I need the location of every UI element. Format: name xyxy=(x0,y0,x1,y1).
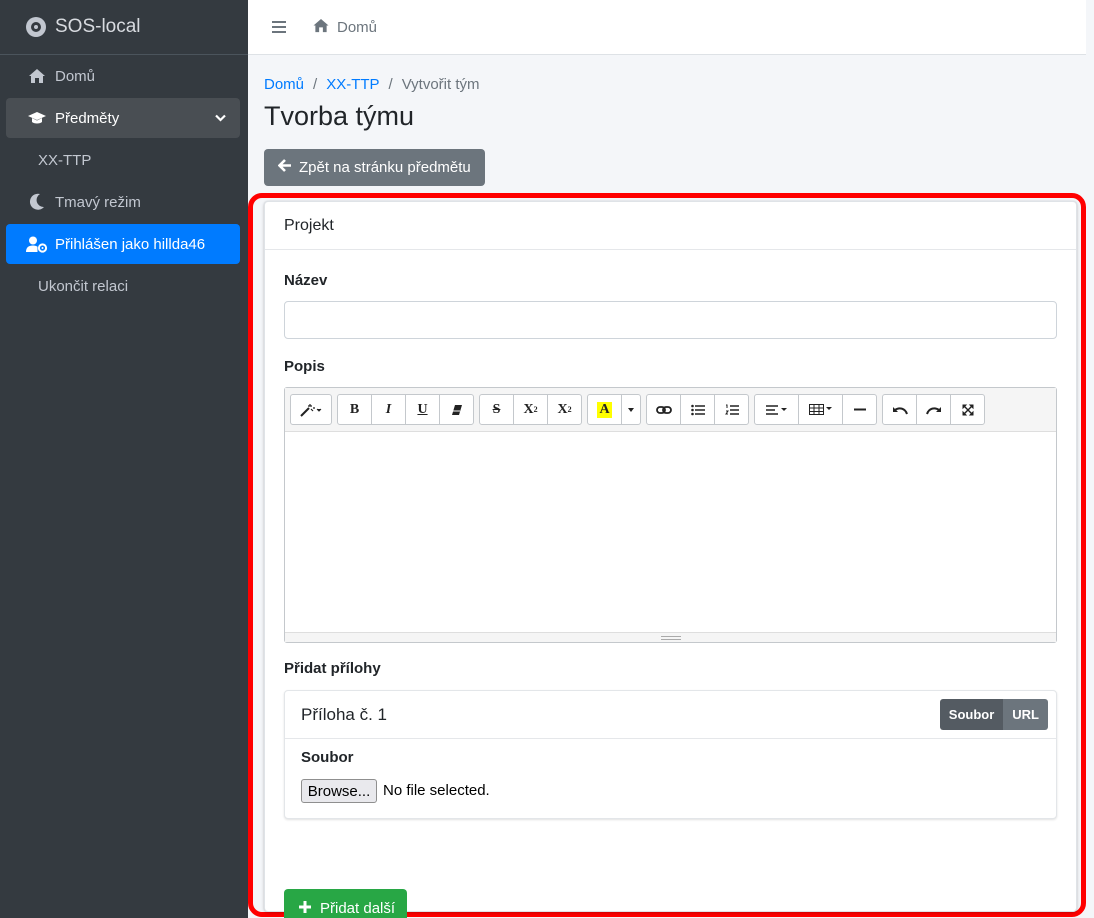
editor-toolbar: B I U S X2 X2 A xyxy=(285,388,1056,432)
sidebar-item-label: Domů xyxy=(55,67,96,85)
description-label: Popis xyxy=(284,358,325,375)
hamburger-menu-icon[interactable] xyxy=(272,21,286,33)
brand-text: SOS-local xyxy=(55,16,141,37)
eraser-icon[interactable] xyxy=(439,394,474,425)
strikethrough-icon[interactable]: S xyxy=(479,394,514,425)
breadcrumb: Domů / XX-TTP / Vytvořit tým xyxy=(264,76,480,93)
breadcrumb-subject[interactable]: XX-TTP xyxy=(326,76,379,93)
top-home-link[interactable]: Domů xyxy=(312,18,377,37)
attachment-header: Příloha č. 1 Soubor URL xyxy=(285,691,1056,739)
plus-icon xyxy=(298,899,312,918)
sidebar: SOS-local Domů Předměty XX-TTP Tmavý rež… xyxy=(0,0,248,918)
editor-resize-handle[interactable] xyxy=(285,632,1056,642)
fullscreen-icon[interactable] xyxy=(950,394,985,425)
ordered-list-icon[interactable] xyxy=(714,394,749,425)
user-cog-icon xyxy=(26,236,48,253)
card-title: Projekt xyxy=(265,202,1076,250)
attachment-card: Příloha č. 1 Soubor URL Soubor Browse...… xyxy=(284,690,1057,819)
magic-style-icon[interactable] xyxy=(290,394,332,425)
brand[interactable]: SOS-local xyxy=(0,0,248,55)
back-to-subject-button[interactable]: Zpět na stránku předmětu xyxy=(264,149,485,186)
bold-icon[interactable]: B xyxy=(337,394,372,425)
sidebar-item-label: XX-TTP xyxy=(38,151,92,169)
attachments-label: Přidat přílohy xyxy=(284,660,381,677)
add-another-button[interactable]: Přidat další xyxy=(284,889,407,918)
sidebar-item-label: Ukončit relaci xyxy=(38,277,129,295)
editor-content-area[interactable] xyxy=(285,432,1056,632)
highlight-color-icon[interactable]: A xyxy=(587,394,622,425)
lifebuoy-icon xyxy=(26,17,46,37)
sidebar-item-logged-in[interactable]: Přihlášen jako hillda46 xyxy=(6,224,240,264)
no-file-text: No file selected. xyxy=(383,782,490,799)
sidebar-item-dark-mode[interactable]: Tmavý režim xyxy=(6,182,240,222)
mode-file-button[interactable]: Soubor xyxy=(939,699,1004,730)
page-title: Tvorba týmu xyxy=(264,101,415,131)
sidebar-item-label: Tmavý režim xyxy=(55,193,141,211)
project-card: Projekt Název Popis B I U S X 2 X 2 A Př… xyxy=(264,201,1077,918)
top-home-label: Domů xyxy=(337,18,378,36)
attachment-mode-toggle: Soubor URL xyxy=(939,699,1048,730)
redo-icon[interactable] xyxy=(916,394,951,425)
rich-text-editor: B I U S X2 X2 A xyxy=(284,387,1057,643)
breadcrumb-current: Vytvořit tým xyxy=(401,76,480,93)
italic-icon[interactable]: I xyxy=(371,394,406,425)
browse-button[interactable]: Browse... xyxy=(301,779,377,803)
arrow-left-icon xyxy=(277,159,292,176)
mode-url-button[interactable]: URL xyxy=(1003,699,1048,730)
file-label: Soubor xyxy=(301,749,354,766)
name-input[interactable] xyxy=(284,301,1057,339)
underline-icon[interactable]: U xyxy=(405,394,440,425)
unordered-list-icon[interactable] xyxy=(680,394,715,425)
add-another-label: Přidat další xyxy=(320,899,396,917)
main-content: Domů / XX-TTP / Vytvořit tým Tvorba týmu… xyxy=(248,55,1086,918)
sidebar-nav: Domů Předměty XX-TTP Tmavý režim Přihláš… xyxy=(0,56,248,306)
home-icon xyxy=(312,18,330,37)
table-icon[interactable] xyxy=(798,394,843,425)
attachment-title: Příloha č. 1 xyxy=(301,704,387,724)
sidebar-item-label: Předměty xyxy=(55,109,120,127)
horizontal-rule-icon[interactable] xyxy=(842,394,877,425)
sidebar-item-logout[interactable]: Ukončit relaci xyxy=(6,266,240,306)
sidebar-item-label: Přihlášen jako hillda46 xyxy=(55,235,206,253)
sidebar-item-subjects[interactable]: Předměty xyxy=(6,98,240,138)
undo-icon[interactable] xyxy=(882,394,917,425)
moon-icon xyxy=(26,193,48,211)
sidebar-item-home[interactable]: Domů xyxy=(6,56,240,96)
breadcrumb-separator: / xyxy=(313,76,318,93)
name-label: Název xyxy=(284,272,328,289)
superscript-icon[interactable]: X2 xyxy=(513,394,548,425)
breadcrumb-separator: / xyxy=(388,76,393,93)
home-icon xyxy=(26,68,48,84)
color-dropdown-icon[interactable] xyxy=(621,394,641,425)
align-icon[interactable] xyxy=(754,394,799,425)
breadcrumb-home[interactable]: Domů xyxy=(264,76,304,93)
graduation-cap-icon xyxy=(26,111,48,125)
subscript-icon[interactable]: X2 xyxy=(547,394,582,425)
chevron-down-icon xyxy=(215,110,226,125)
back-button-label: Zpět na stránku předmětu xyxy=(299,159,471,176)
link-icon[interactable] xyxy=(646,394,681,425)
sidebar-item-xx-ttp[interactable]: XX-TTP xyxy=(6,140,240,180)
top-navbar: Domů xyxy=(248,0,1086,55)
